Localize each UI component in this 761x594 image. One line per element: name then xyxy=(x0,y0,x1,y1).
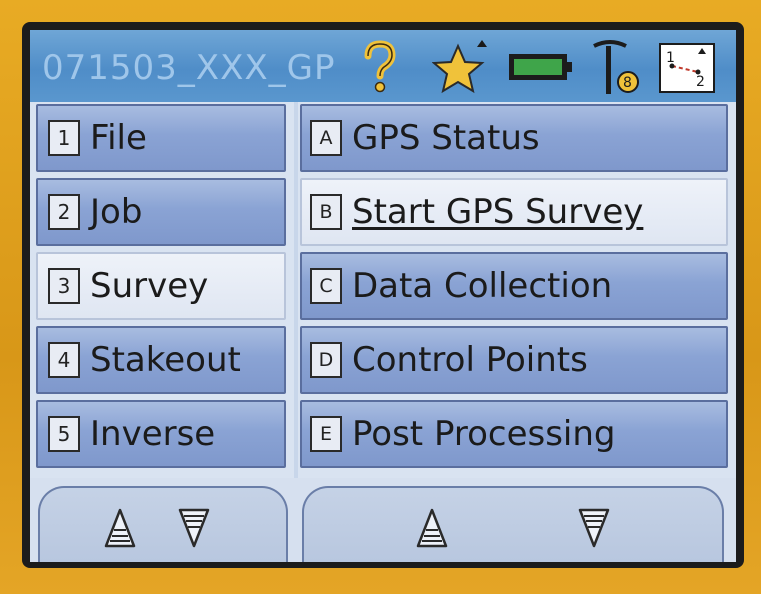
menu-item-label: Stakeout xyxy=(90,340,241,380)
menu-item-job[interactable]: 2 Job xyxy=(36,178,286,246)
svg-text:2: 2 xyxy=(696,74,705,90)
key-label: 4 xyxy=(48,342,80,378)
key-label: 3 xyxy=(48,268,80,304)
svg-text:1: 1 xyxy=(666,50,675,66)
key-label: E xyxy=(310,416,342,452)
submenu: A GPS Status B Start GPS Survey C Data C… xyxy=(298,102,736,478)
menu-item-control-points[interactable]: D Control Points xyxy=(300,326,728,394)
scroll-down-icon[interactable] xyxy=(576,506,612,550)
screen: 071503_XXX_GP 8 1 2 1 File 2 Job 3 Surve… xyxy=(30,30,736,562)
key-label: C xyxy=(310,268,342,304)
status-bar: 071503_XXX_GP 8 1 2 xyxy=(30,30,736,102)
scroll-up-icon[interactable] xyxy=(102,506,138,550)
menu-item-label: GPS Status xyxy=(352,118,540,158)
key-label: 5 xyxy=(48,416,80,452)
scroll-down-icon[interactable] xyxy=(176,506,212,550)
menu-item-label: Start GPS Survey xyxy=(352,192,644,232)
menu-item-stakeout[interactable]: 4 Stakeout xyxy=(36,326,286,394)
scroll-up-icon[interactable] xyxy=(414,506,450,550)
help-icon[interactable] xyxy=(360,40,400,94)
menu-item-label: Survey xyxy=(90,266,209,306)
menu-item-label: Post Processing xyxy=(352,414,616,454)
menu-item-post-processing[interactable]: E Post Processing xyxy=(300,400,728,468)
star-icon[interactable] xyxy=(432,38,492,94)
menu-item-data-collection[interactable]: C Data Collection xyxy=(300,252,728,320)
menu-item-label: File xyxy=(90,118,147,158)
menu-item-inverse[interactable]: 5 Inverse xyxy=(36,400,286,468)
scroll-bar-area xyxy=(30,478,736,562)
main-menu-scroll xyxy=(38,486,288,562)
menu-item-label: Control Points xyxy=(352,340,588,380)
gps-antenna-icon[interactable]: 8 xyxy=(590,36,646,98)
menu-item-start-gps-survey[interactable]: B Start GPS Survey xyxy=(300,178,728,246)
main-menu: 1 File 2 Job 3 Survey 4 Stakeout 5 Inver… xyxy=(30,102,294,478)
svg-text:8: 8 xyxy=(623,75,632,91)
menu-item-label: Inverse xyxy=(90,414,216,454)
menu-item-label: Job xyxy=(90,192,143,232)
submenu-scroll xyxy=(302,486,724,562)
menu-item-label: Data Collection xyxy=(352,266,613,306)
job-name[interactable]: 071503_XXX_GP xyxy=(42,48,336,88)
key-label: B xyxy=(310,194,342,230)
key-label: D xyxy=(310,342,342,378)
coordinate-icon[interactable]: 1 2 xyxy=(658,42,716,94)
key-label: A xyxy=(310,120,342,156)
key-label: 2 xyxy=(48,194,80,230)
menu-item-gps-status[interactable]: A GPS Status xyxy=(300,104,728,172)
menu-item-survey[interactable]: 3 Survey xyxy=(36,252,286,320)
battery-icon xyxy=(509,54,572,80)
menu-item-file[interactable]: 1 File xyxy=(36,104,286,172)
key-label: 1 xyxy=(48,120,80,156)
